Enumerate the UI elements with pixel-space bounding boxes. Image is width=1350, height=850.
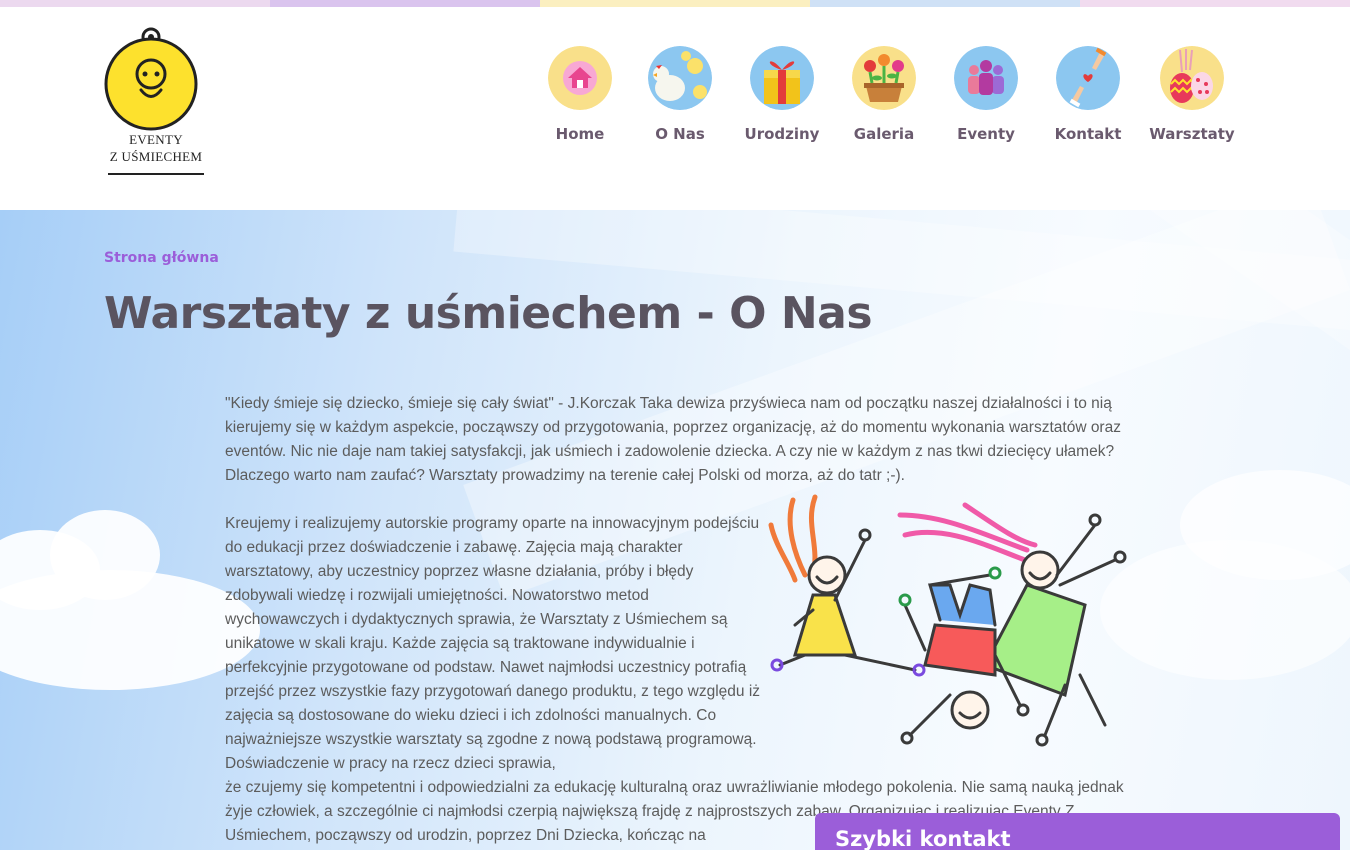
stripe-segment — [540, 0, 810, 7]
nav-label: Eventy — [957, 125, 1015, 143]
top-color-stripe — [0, 0, 1350, 7]
logo-line-2: Z UŚMIECHEM — [109, 149, 203, 164]
breadcrumb-home-link[interactable]: Strona główna — [104, 250, 219, 266]
nav-label: Galeria — [853, 125, 915, 143]
paragraph-programs: Kreujemy i realizujemy autorskie program… — [225, 515, 761, 772]
quick-contact-panel[interactable]: Szybki kontakt — [815, 813, 1340, 850]
playing-kids-illustration — [768, 494, 1127, 747]
page-title: Warsztaty z uśmiechem - O Nas — [104, 288, 873, 339]
logo[interactable]: EVENTY Z UŚMIECHEM — [104, 27, 208, 182]
site-header: EVENTY Z UŚMIECHEM Home O Nas Urodziny G… — [0, 7, 1350, 210]
nav-label: Warsztaty — [1149, 125, 1235, 143]
flower-pot-icon — [852, 46, 916, 110]
gift-icon — [750, 46, 814, 110]
logo-underline — [108, 173, 204, 175]
nav-label: Kontakt — [1054, 125, 1122, 143]
stripe-segment — [810, 0, 1080, 7]
logo-line-1: EVENTY — [129, 132, 183, 147]
nav-item-home[interactable]: Home — [530, 43, 630, 153]
nav-label: Home — [555, 125, 605, 143]
nav-item-eventy[interactable]: Eventy — [936, 43, 1036, 153]
cloud — [1100, 540, 1350, 680]
smiley-logo-icon — [104, 27, 198, 131]
stripe-segment — [1080, 0, 1350, 7]
easter-eggs-icon — [1160, 46, 1224, 110]
stripe-segment — [270, 0, 540, 7]
nav-label: Urodziny — [744, 125, 820, 143]
house-icon — [548, 46, 612, 110]
logo-text: EVENTY Z UŚMIECHEM — [104, 131, 208, 165]
paragraph-intro: "Kiedy śmieje się dziecko, śmieje się ca… — [225, 395, 1121, 484]
nav-item-galeria[interactable]: Galeria — [834, 43, 934, 153]
hero-section: Strona główna Warsztaty z uśmiechem - O … — [0, 210, 1350, 850]
chickens-icon — [648, 46, 712, 110]
stripe-segment — [0, 0, 270, 7]
quick-contact-label: Szybki kontakt — [835, 827, 1011, 850]
cloud — [0, 570, 260, 690]
nav-item-kontakt[interactable]: Kontakt — [1038, 43, 1138, 153]
people-icon — [954, 46, 1018, 110]
nav-item-o-nas[interactable]: O Nas — [630, 43, 730, 153]
hands-heart-icon — [1056, 46, 1120, 110]
nav-item-urodziny[interactable]: Urodziny — [732, 43, 832, 153]
nav-item-warsztaty[interactable]: Warsztaty — [1142, 43, 1242, 153]
nav-label: O Nas — [655, 125, 705, 143]
